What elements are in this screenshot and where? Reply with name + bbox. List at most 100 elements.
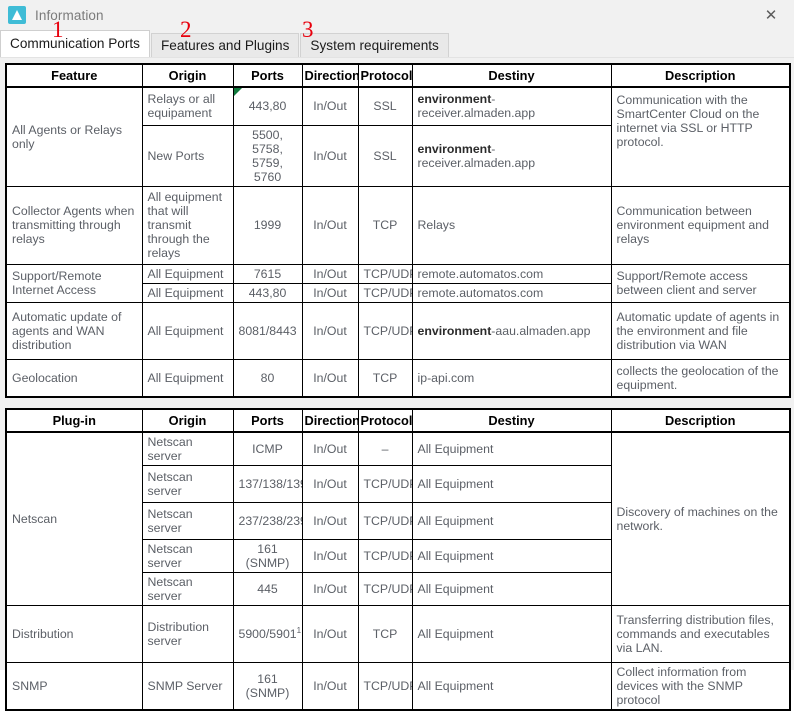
cell-ports: 5500, 5758, 5759, 5760 (232, 124, 303, 187)
cell-protocol: TCP/UDP (357, 301, 413, 360)
cell-destiny: environment-receiver.almaden.app (411, 124, 612, 187)
cell-feature: Geolocation (5, 358, 143, 398)
cell-ports: 7615 (232, 263, 303, 284)
cell-protocol: TCP/UDP (357, 465, 413, 503)
cell-protocol: TCP/UDP (357, 263, 413, 284)
cell-destiny: All Equipment (411, 605, 612, 663)
communication-ports-table: Feature Origin Ports Direction Protocol … (5, 63, 791, 398)
table-row: Distribution Distribution server 5900/59… (5, 605, 791, 663)
cell-ports: 161 (SNMP) (232, 539, 303, 573)
cell-destiny: Relays (411, 185, 612, 265)
cell-protocol: TCP/UDP (357, 662, 413, 711)
cell-destiny: ip-api.com (411, 358, 612, 398)
table-row: Collector Agents when transmitting throu… (5, 185, 791, 265)
cell-ports: 445 (232, 572, 303, 606)
cell-direction: In/Out (301, 662, 359, 711)
col-ports: Ports (232, 63, 303, 88)
content-area: Feature Origin Ports Direction Protocol … (0, 58, 794, 711)
cell-protocol: TCP/UDP (357, 502, 413, 540)
cell-origin: All Equipment (141, 301, 234, 360)
cell-origin: All equipment that will transmit through… (141, 185, 234, 265)
cell-protocol: TCP/UDP (357, 572, 413, 606)
cell-destiny: environment-aau.almaden.app (411, 301, 612, 360)
cell-ports: ICMP (232, 431, 303, 466)
col-origin: Origin (141, 63, 234, 88)
cell-destiny: All Equipment (411, 662, 612, 711)
cell-description: Automatic update of agents in the enviro… (610, 301, 791, 360)
col-feature: Feature (5, 63, 143, 88)
cell-destiny: remote.automatos.com (411, 282, 612, 303)
cell-protocol: SSL (357, 86, 413, 126)
cell-direction: In/Out (301, 185, 359, 265)
col-protocol: Protocol (357, 408, 413, 433)
cell-destiny: All Equipment (411, 431, 612, 466)
col-direction: Direction (301, 63, 359, 88)
table-header-row: Plug-in Origin Ports Direction Protocol … (5, 408, 791, 433)
cell-description: Collect information from devices with th… (610, 662, 791, 711)
cell-ports: 1999 (232, 185, 303, 265)
cell-protocol: TCP (357, 358, 413, 398)
cell-protocol: SSL (357, 124, 413, 187)
title-bar: Information ✕ (0, 0, 794, 30)
table-row: Geolocation All Equipment 80 In/Out TCP … (5, 358, 791, 398)
tab-features-and-plugins[interactable]: Features and Plugins (150, 33, 300, 57)
table-row: Automatic update of agents and WAN distr… (5, 301, 791, 360)
cell-direction: In/Out (301, 431, 359, 466)
cell-protocol: TCP (357, 185, 413, 265)
cell-origin: Netscan server (141, 572, 234, 606)
cell-ports: 443,80 (232, 86, 303, 126)
cell-destiny: All Equipment (411, 502, 612, 540)
cell-direction: In/Out (301, 502, 359, 540)
app-icon-dot (13, 9, 16, 12)
cell-ports: 8081/8443 (232, 301, 303, 360)
destiny-env-token: environment (417, 141, 492, 156)
cell-description: Transferring distribution files, command… (610, 605, 791, 663)
ports-footnote-marker: 1 (296, 626, 302, 636)
col-plugin: Plug-in (5, 408, 143, 433)
cell-direction: In/Out (301, 465, 359, 503)
cell-ports: 80 (232, 358, 303, 398)
cell-feature: Automatic update of agents and WAN distr… (5, 301, 143, 360)
cell-origin: Netscan server (141, 431, 234, 466)
cell-origin: All Equipment (141, 358, 234, 398)
table-row: Netscan Netscan server ICMP In/Out – All… (5, 431, 791, 606)
cell-origin: Distribution server (141, 605, 234, 663)
col-destiny: Destiny (411, 63, 612, 88)
col-origin: Origin (141, 408, 234, 433)
ports-value: 5900/5901 (238, 627, 297, 642)
cell-origin: All Equipment (141, 282, 234, 303)
cell-direction: In/Out (301, 358, 359, 398)
table-header-row: Feature Origin Ports Direction Protocol … (5, 63, 791, 88)
cell-plugin: Distribution (5, 605, 143, 663)
tab-communication-ports[interactable]: Communication Ports (0, 30, 150, 57)
cell-destiny: All Equipment (411, 539, 612, 573)
cell-protocol: TCP/UDP (357, 539, 413, 573)
cell-direction: In/Out (301, 301, 359, 360)
cell-ports: 443,80 (232, 282, 303, 303)
cell-protocol: – (357, 431, 413, 466)
destiny-env-token: environment (417, 92, 492, 107)
tab-system-requirements[interactable]: System requirements (300, 33, 449, 57)
table-row: Support/Remote Internet Access All Equip… (5, 263, 791, 303)
information-window: Information ✕ Communication Ports Featur… (0, 0, 794, 711)
cell-direction: In/Out (301, 539, 359, 573)
cell-destiny: All Equipment (411, 465, 612, 503)
cell-feature: Support/Remote Internet Access (5, 263, 143, 303)
cell-origin: All Equipment (141, 263, 234, 284)
cell-ports: 5900/59011 (232, 605, 303, 663)
cell-origin: New Ports (141, 124, 234, 187)
cell-ports: 137/138/139 (232, 465, 303, 503)
cell-description: Communication with the SmartCenter Cloud… (610, 86, 791, 187)
cell-destiny: All Equipment (411, 572, 612, 606)
cell-protocol: TCP (357, 605, 413, 663)
cell-origin: Netscan server (141, 539, 234, 573)
cell-direction: In/Out (301, 605, 359, 663)
destiny-suffix: -aau.almaden.app (491, 323, 591, 338)
col-ports: Ports (232, 408, 303, 433)
cell-direction: In/Out (301, 124, 359, 187)
destiny-env-token: environment (417, 323, 492, 338)
cell-direction: In/Out (301, 263, 359, 284)
close-icon[interactable]: ✕ (748, 0, 794, 30)
table-row: All Agents or Relays only Relays or all … (5, 86, 791, 187)
plugins-table: Plug-in Origin Ports Direction Protocol … (5, 408, 791, 711)
